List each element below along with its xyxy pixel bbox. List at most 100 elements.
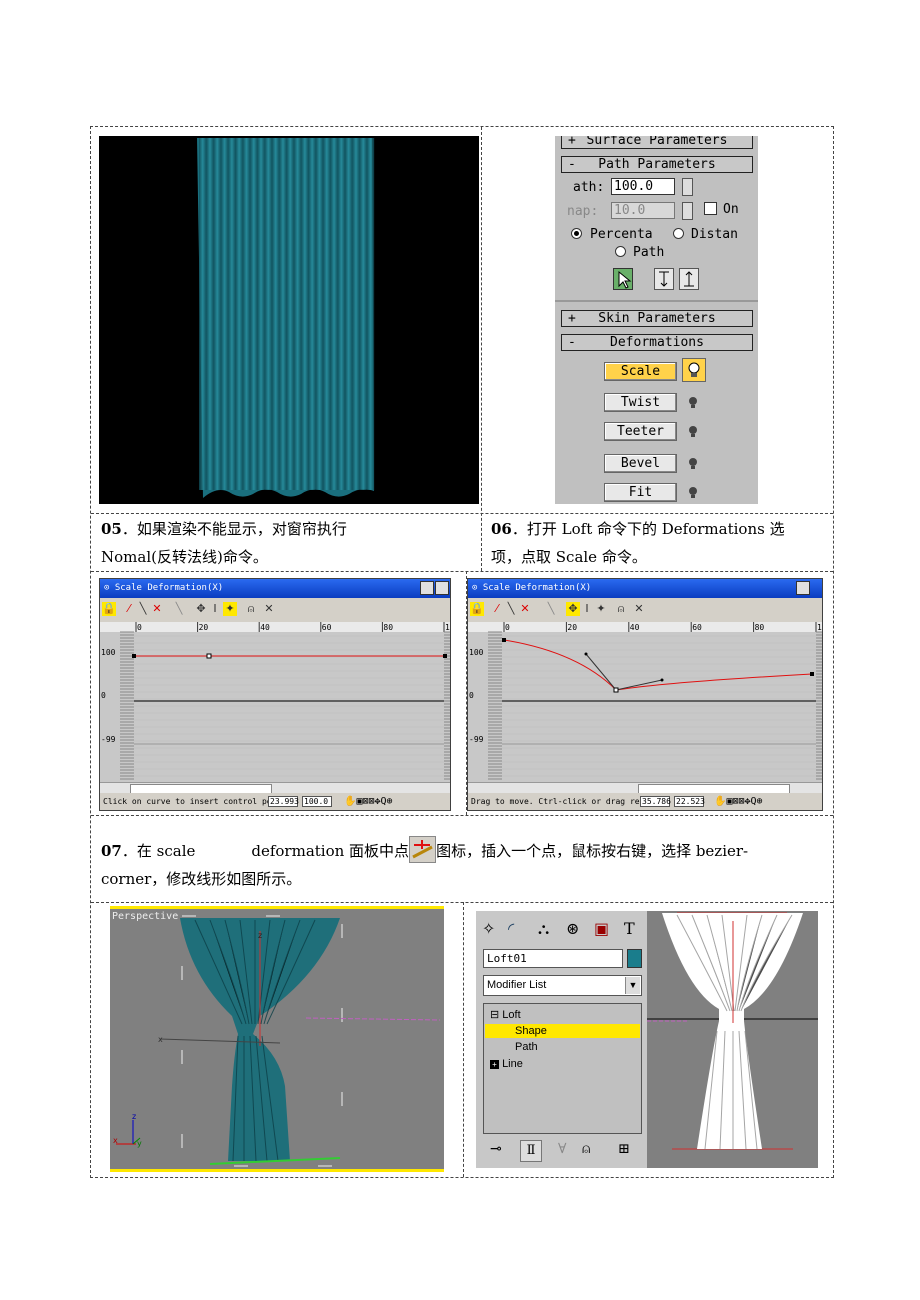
curtain-fold	[359, 138, 367, 490]
perspective-viewport[interactable]: Perspective z x z x y	[110, 906, 444, 1172]
delete-icon[interactable]: ✕	[262, 602, 276, 616]
fit-button[interactable]: Fit	[604, 483, 677, 502]
scale-curve[interactable]	[503, 639, 813, 691]
minimize-button[interactable]	[796, 581, 810, 595]
bulb-icon[interactable]	[686, 456, 700, 470]
twist-button[interactable]: Twist	[604, 393, 677, 412]
y-value-field[interactable]: 100.0	[302, 796, 332, 807]
slope-icon[interactable]: ╲	[544, 602, 558, 616]
snap-on-checkbox[interactable]	[704, 202, 717, 215]
teeter-button[interactable]: Teeter	[604, 422, 677, 441]
wireframe-scene	[647, 912, 818, 1150]
surface-parameters-rollout[interactable]: + Surface Parameters	[561, 136, 753, 149]
front-wireframe-viewport[interactable]	[647, 911, 818, 1168]
path-steps-radio[interactable]	[615, 246, 626, 257]
path-input[interactable]: 100.0	[611, 178, 675, 195]
object-color-swatch[interactable]	[627, 949, 642, 968]
minimize-button[interactable]	[420, 581, 434, 595]
control-point[interactable]	[613, 687, 619, 693]
x-value-field[interactable]: 23.993	[268, 796, 299, 807]
curtain-fold	[330, 138, 338, 490]
next-shape-button[interactable]	[679, 268, 699, 290]
path-parameters-rollout[interactable]: - Path Parameters	[561, 156, 753, 173]
stack-item-label: Path	[515, 1041, 538, 1053]
object-name-input[interactable]: Loft01	[483, 949, 623, 968]
modifier-list-dropdown[interactable]: Modifier List ▼	[483, 975, 642, 996]
control-point[interactable]	[206, 653, 212, 659]
stack-item-label: Shape	[515, 1025, 547, 1037]
insert-point-icon[interactable]: ✦	[223, 602, 237, 616]
maximize-button[interactable]	[435, 581, 449, 595]
stack-item-loft[interactable]: ⊟ Loft	[490, 1008, 521, 1022]
move-icon[interactable]: ✥	[194, 602, 208, 616]
ruler-tick-label: 0	[137, 623, 142, 632]
pin-stack-icon[interactable]: ⊸	[490, 1141, 502, 1157]
stack-item-shape[interactable]: Shape	[485, 1024, 640, 1038]
axis-x-label: x	[113, 1136, 118, 1145]
create-tab-icon[interactable]: ✧	[482, 919, 495, 938]
control-point[interactable]	[502, 638, 506, 642]
cross-icon[interactable]: ✕	[518, 602, 532, 616]
curve-icon[interactable]: ⁄	[490, 602, 504, 616]
lock-icon[interactable]: 🔒	[470, 602, 484, 616]
distance-radio[interactable]	[673, 228, 684, 239]
divider	[91, 902, 833, 903]
control-point[interactable]	[132, 654, 136, 658]
modifier-stack[interactable]: ⊟ Loft Shape Path + Line	[483, 1003, 642, 1134]
control-point[interactable]	[443, 654, 447, 658]
view-tools-icons[interactable]: ✋▣⊠⊠✥Q⊕	[344, 793, 393, 810]
bezier-handle[interactable]	[585, 653, 617, 691]
make-unique-icon[interactable]: ∀	[558, 1141, 566, 1157]
modify-tab-icon[interactable]: ◜	[508, 919, 514, 938]
scale-button[interactable]: Scale	[604, 362, 677, 381]
snap-spinner[interactable]	[682, 202, 693, 220]
bevel-button[interactable]: Bevel	[604, 454, 677, 473]
scale-point-icon[interactable]: Ⅰ	[208, 602, 222, 616]
hierarchy-tab-icon[interactable]: ⛬	[538, 919, 549, 939]
cross-icon[interactable]: ✕	[150, 602, 164, 616]
curve-icon[interactable]: ⁄	[122, 602, 136, 616]
slope-icon[interactable]: ╲	[172, 602, 186, 616]
stack-item-path[interactable]: Path	[515, 1040, 538, 1054]
handle-point[interactable]	[584, 652, 588, 656]
stack-item-line[interactable]: + Line	[490, 1057, 523, 1071]
scale-toggle[interactable]	[682, 358, 706, 382]
path-spinner[interactable]	[682, 178, 693, 196]
motion-tab-icon[interactable]: ⊛	[566, 919, 579, 938]
reset-icon[interactable]: ⍝	[614, 602, 628, 616]
line-icon[interactable]: ╲	[504, 602, 518, 616]
lock-icon[interactable]: 🔒	[102, 602, 116, 616]
insert-point-icon[interactable]: ✦	[594, 602, 608, 616]
display-tab-icon[interactable]: ▣	[594, 919, 609, 938]
show-end-result-icon[interactable]: Ⅱ	[520, 1140, 542, 1162]
configure-sets-icon[interactable]: ⊞	[618, 1141, 630, 1157]
y-value-field[interactable]: 22.523	[674, 796, 705, 807]
previous-shape-button[interactable]	[654, 268, 674, 290]
utilities-tab-icon[interactable]: T	[624, 919, 635, 938]
deformation-graph[interactable]: 0 20 40 60 80 10 100 0 -99	[100, 622, 450, 782]
skin-parameters-rollout[interactable]: + Skin Parameters	[561, 310, 753, 327]
handle-point[interactable]	[660, 678, 664, 682]
bulb-icon[interactable]	[686, 424, 700, 438]
graph-canvas[interactable]: 0 20 40 60 80 10 100 0 -99	[468, 622, 822, 782]
scale-point-icon[interactable]: Ⅰ	[580, 602, 594, 616]
bulb-icon[interactable]	[686, 395, 700, 409]
view-tools-icons[interactable]: ✋▣⊠⊠✥Q⊕	[714, 793, 763, 810]
percentage-radio[interactable]	[571, 228, 582, 239]
deformation-graph[interactable]: 0 20 40 60 80 10 100 0 -99	[468, 622, 822, 782]
pick-shape-button[interactable]	[613, 268, 633, 290]
graph-canvas[interactable]: 0 20 40 60 80 10 100 0 -99	[100, 622, 450, 782]
control-point[interactable]	[810, 672, 814, 676]
deformations-rollout[interactable]: - Deformations	[561, 334, 753, 351]
curtain-fold	[366, 138, 375, 490]
remove-modifier-icon[interactable]: ⍝	[582, 1141, 590, 1157]
move-icon[interactable]: ✥	[566, 602, 580, 616]
snap-input[interactable]: 10.0	[611, 202, 675, 219]
reset-icon[interactable]: ⍝	[244, 602, 258, 616]
line-icon[interactable]: ╲	[136, 602, 150, 616]
path-steps-label: Path	[633, 245, 665, 260]
delete-icon[interactable]: ✕	[632, 602, 646, 616]
bulb-icon[interactable]	[686, 485, 700, 499]
curtain-fold	[337, 138, 345, 490]
x-value-field[interactable]: 35.786	[640, 796, 671, 807]
